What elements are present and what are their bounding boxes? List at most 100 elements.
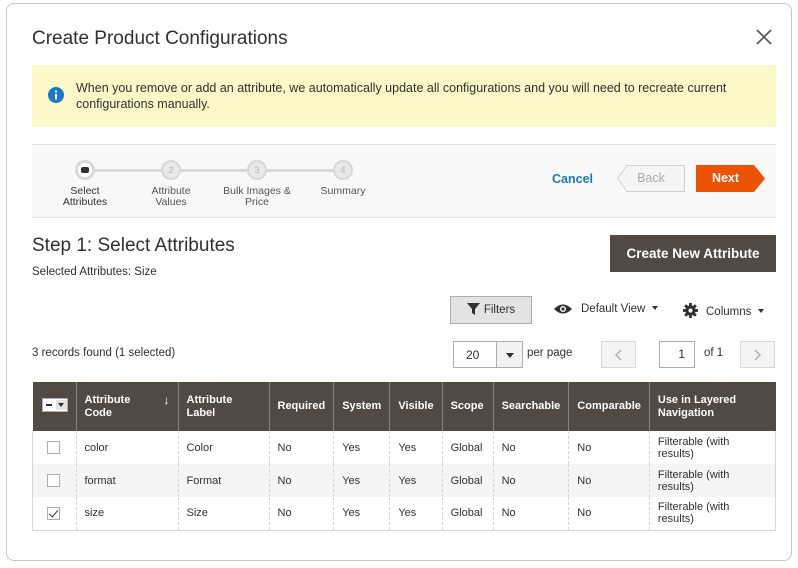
per-page-label: per page bbox=[527, 347, 573, 359]
column-header-searchable[interactable]: Searchable bbox=[493, 382, 570, 431]
step-label: Bulk Images & Price bbox=[223, 185, 291, 208]
table-cell: No bbox=[269, 464, 335, 497]
attributes-grid: ↓ Attribute Code Attribute Label Required S… bbox=[32, 382, 777, 531]
row-checkbox[interactable] bbox=[47, 506, 60, 520]
table-cell: Yes bbox=[333, 431, 391, 464]
column-header-attribute-code[interactable]: ↓ Attribute Code bbox=[76, 382, 179, 431]
column-header-comparable[interactable]: Comparable bbox=[568, 382, 650, 431]
modal-title: Create Product Configurations bbox=[32, 28, 288, 49]
table-cell: No bbox=[493, 431, 570, 464]
selected-attributes-text: Selected Attributes: Size bbox=[32, 266, 157, 278]
column-header-visible[interactable]: Visible bbox=[389, 382, 443, 431]
row-checkbox[interactable] bbox=[47, 474, 60, 487]
table-cell: Global bbox=[442, 497, 494, 531]
sort-arrow-icon: ↓ bbox=[163, 392, 170, 407]
mass-select-dropdown[interactable] bbox=[41, 397, 68, 412]
step-summary[interactable]: 4 Summary bbox=[298, 160, 388, 197]
create-new-attribute-button[interactable]: Create New Attribute bbox=[610, 235, 776, 272]
step-dot-4: 4 bbox=[333, 160, 353, 180]
step-label: Select Attributes bbox=[62, 185, 108, 208]
table-cell: Filterable (with results) bbox=[649, 497, 777, 531]
gear-icon bbox=[683, 303, 698, 318]
table-cell: Global bbox=[442, 431, 494, 464]
table-cell: No bbox=[493, 464, 570, 497]
chevron-left-icon bbox=[614, 349, 622, 361]
step-select-attributes[interactable]: Select Attributes bbox=[40, 160, 130, 208]
chevron-right-icon bbox=[754, 349, 762, 361]
create-configurations-modal: Create Product Configurations When you r… bbox=[6, 3, 792, 561]
table-row[interactable]: format Format No Yes Yes Global No No Fi… bbox=[32, 464, 777, 497]
next-button-label: Next bbox=[711, 171, 740, 185]
back-button-label: Back bbox=[637, 171, 665, 185]
table-row[interactable]: size Size No Yes Yes Global No No Filter… bbox=[32, 497, 777, 531]
chevron-down-icon bbox=[652, 306, 659, 310]
step-attribute-values[interactable]: 2 Attribute Values bbox=[126, 160, 216, 208]
step-dot-1 bbox=[75, 160, 95, 180]
row-checkbox-cell bbox=[32, 497, 77, 531]
column-header-system[interactable]: System bbox=[333, 382, 391, 431]
mass-select-header bbox=[32, 382, 77, 431]
funnel-icon bbox=[466, 303, 480, 315]
per-page-select[interactable]: 20 bbox=[453, 341, 523, 368]
step-dot-3: 3 bbox=[247, 160, 267, 180]
step-title: Step 1: Select Attributes bbox=[32, 235, 235, 256]
table-cell: size bbox=[76, 497, 179, 531]
per-page-value: 20 bbox=[466, 348, 480, 362]
table-cell: Format bbox=[178, 464, 270, 497]
records-found-text: 3 records found (1 selected) bbox=[32, 347, 176, 359]
table-cell: color bbox=[76, 431, 179, 464]
table-cell: No bbox=[269, 431, 335, 464]
table-cell: Yes bbox=[389, 431, 443, 464]
table-cell: Yes bbox=[333, 464, 391, 497]
row-checkbox[interactable] bbox=[47, 441, 60, 454]
next-button[interactable]: Next bbox=[696, 165, 765, 192]
current-page-input[interactable]: 1 bbox=[659, 341, 695, 368]
column-header-layered-navigation[interactable]: Use in Layered Navigation bbox=[649, 382, 776, 431]
table-row[interactable]: color Color No Yes Yes Global No No Filt… bbox=[32, 431, 777, 464]
table-cell: Size bbox=[178, 497, 270, 531]
page-total-text: of 1 bbox=[704, 347, 724, 359]
step-dot-2: 2 bbox=[161, 160, 181, 180]
view-dropdown[interactable]: Default View bbox=[553, 303, 659, 315]
column-header-attribute-label[interactable]: Attribute Label bbox=[178, 382, 270, 431]
table-cell: Filterable (with results) bbox=[649, 431, 777, 464]
table-cell: No bbox=[493, 497, 570, 531]
table-cell: No bbox=[568, 497, 650, 531]
table-cell: format bbox=[76, 464, 179, 497]
notice-text: When you remove or add an attribute, we … bbox=[76, 81, 727, 111]
filters-label: Filters bbox=[483, 304, 516, 316]
filters-button[interactable]: Filters bbox=[450, 296, 532, 324]
table-cell: Color bbox=[178, 431, 270, 464]
back-button[interactable]: Back bbox=[617, 165, 685, 192]
table-cell: No bbox=[568, 431, 650, 464]
grid-header-row: ↓ Attribute Code Attribute Label Required S… bbox=[32, 382, 776, 431]
row-checkbox-cell bbox=[32, 431, 77, 464]
column-header-required[interactable]: Required bbox=[269, 382, 335, 431]
view-label: Default View bbox=[581, 303, 646, 315]
table-cell: Yes bbox=[333, 497, 391, 531]
column-header-scope[interactable]: Scope bbox=[442, 382, 494, 431]
table-cell: No bbox=[269, 497, 335, 531]
row-checkbox-cell bbox=[32, 464, 77, 497]
next-page-button[interactable] bbox=[740, 341, 775, 368]
chevron-down-icon bbox=[758, 309, 765, 313]
per-page-dropdown-button[interactable] bbox=[496, 342, 522, 367]
wizard-steps-bar: Select Attributes 2 Attribute Values 3 B… bbox=[32, 144, 776, 218]
table-cell: Filterable (with results) bbox=[649, 464, 777, 497]
close-button[interactable] bbox=[753, 26, 775, 48]
close-icon bbox=[756, 29, 772, 45]
info-icon bbox=[48, 87, 64, 103]
table-cell: Yes bbox=[389, 464, 443, 497]
table-cell: Yes bbox=[389, 497, 443, 531]
step-label: Attribute Values bbox=[151, 185, 191, 208]
previous-page-button[interactable] bbox=[601, 341, 636, 368]
notice-message: When you remove or add an attribute, we … bbox=[32, 65, 776, 127]
cancel-link[interactable]: Cancel bbox=[552, 172, 593, 186]
step-label: Summary bbox=[320, 185, 366, 197]
table-cell: No bbox=[568, 464, 650, 497]
table-cell: Global bbox=[442, 464, 494, 497]
columns-label: Columns bbox=[706, 306, 752, 318]
step-bulk-images-price[interactable]: 3 Bulk Images & Price bbox=[212, 160, 302, 208]
eye-icon bbox=[554, 304, 572, 314]
columns-dropdown[interactable]: Columns bbox=[683, 303, 765, 318]
